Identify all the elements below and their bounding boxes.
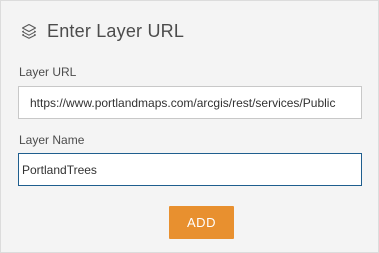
layer-name-label: Layer Name xyxy=(19,133,85,147)
panel-title: Enter Layer URL xyxy=(47,20,185,41)
layer-name-input[interactable] xyxy=(18,153,362,186)
panel-header: Enter Layer URL xyxy=(20,20,184,42)
layer-url-label: Layer URL xyxy=(19,65,77,79)
enter-layer-url-panel: Enter Layer URL Layer URL Layer Name ADD xyxy=(0,0,379,253)
layer-url-input[interactable] xyxy=(18,86,362,119)
layers-icon xyxy=(20,22,38,40)
add-button[interactable]: ADD xyxy=(169,206,234,239)
